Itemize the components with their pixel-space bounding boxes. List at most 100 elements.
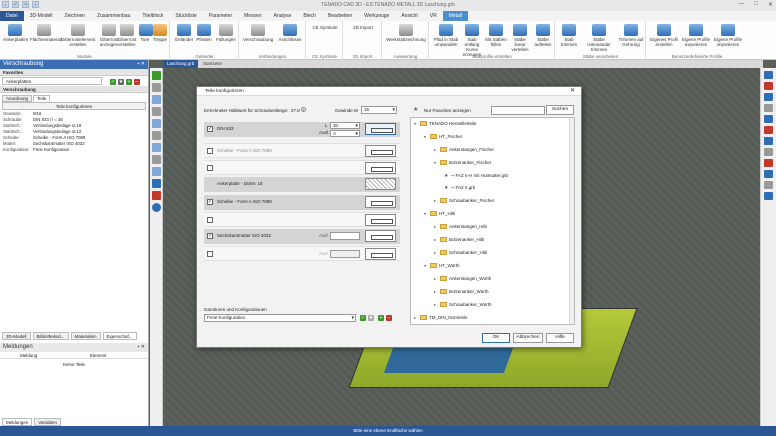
- shade-icon[interactable]: [764, 159, 773, 167]
- rotate-icon[interactable]: [151, 131, 161, 140]
- align-icon[interactable]: [151, 167, 161, 176]
- fuellungen-button[interactable]: Füllungen: [215, 24, 237, 42]
- tab-parameter[interactable]: Parameter: [203, 11, 238, 21]
- tab-bearbeiten[interactable]: Bearbeiten: [322, 11, 358, 21]
- tab-3d-modell-panel[interactable]: 3D-Modell: [2, 332, 31, 340]
- tree-item[interactable]: ▸ Schraubanker_Würth: [434, 301, 492, 308]
- maximize-button[interactable]: □: [754, 1, 758, 8]
- tree-item[interactable]: ▸ Schraubanker_Hilti: [434, 249, 487, 256]
- thread-select[interactable]: 16: [361, 106, 397, 114]
- tab-bibliotheksdaten[interactable]: Bibliotheksd...: [32, 332, 69, 340]
- eigenes-profil-erstellen-button[interactable]: Eigenes Profil erstellen: [649, 24, 679, 47]
- tab-materialien[interactable]: Materialien: [70, 332, 101, 340]
- tab-ansicht[interactable]: Ansicht: [395, 11, 423, 21]
- ce-symbole-button[interactable]: CE Symbole: [309, 25, 341, 30]
- staebe-linear-verteilen-button[interactable]: Stäbe linear verteilen: [508, 24, 532, 52]
- layers-icon[interactable]: [764, 181, 773, 189]
- gelaender-button[interactable]: Geländer: [174, 24, 194, 42]
- flaechenmaterial-button[interactable]: Flächenmaterial: [30, 24, 62, 42]
- trimmen-auf-gehrung-button[interactable]: Trimmen auf Gehrung: [618, 24, 644, 47]
- tree-item[interactable]: ▾ HT_Hilti: [424, 210, 455, 217]
- configuration-select[interactable]: Freie Konfiguration: [204, 314, 356, 322]
- move-icon[interactable]: [151, 119, 161, 128]
- length-select[interactable]: 30: [330, 122, 360, 129]
- tab-zeichnen[interactable]: Zeichnen: [58, 11, 91, 21]
- tree-item[interactable]: ▾ Bolzenanker_Fischer: [434, 159, 491, 166]
- stab-entlang-kurve-button[interactable]: Stab entlang Kurve erzeugen: [460, 24, 484, 57]
- part-row[interactable]: [204, 160, 400, 175]
- part-checkbox[interactable]: [207, 251, 213, 257]
- tab-teile[interactable]: Teile: [33, 95, 51, 102]
- part-checkbox[interactable]: ✓: [207, 233, 213, 239]
- favorites-select[interactable]: Ankerplatten: [2, 77, 102, 85]
- save-icon[interactable]: ▪: [2, 1, 9, 8]
- help-icon[interactable]: [151, 203, 161, 212]
- ok-button[interactable]: OK: [482, 333, 510, 343]
- tab-messen[interactable]: Messen: [238, 11, 268, 21]
- staebe-miteinander-trimmen-button[interactable]: Stäbe miteinander trimmen: [582, 24, 616, 52]
- tab-titelblock[interactable]: Titelblock: [136, 11, 169, 21]
- verschraubung-button[interactable]: Verschraubung: [242, 24, 274, 42]
- wireframe-icon[interactable]: [764, 170, 773, 178]
- cancel-button[interactable]: Abbrechen: [513, 333, 543, 343]
- dialog-close-icon[interactable]: ✕: [570, 87, 575, 96]
- ausf-input[interactable]: [330, 232, 360, 240]
- part-checkbox[interactable]: [207, 148, 213, 154]
- star-icon[interactable]: ★: [118, 79, 124, 85]
- tab-meldungen[interactable]: Meldungen: [2, 418, 33, 426]
- part-row[interactable]: ✓ Sechskantmutter ISO 4032 Ausf.: [204, 229, 400, 244]
- view-front-icon[interactable]: [764, 71, 773, 79]
- doc-tab-laschung[interactable]: Laschung.grb: [163, 60, 199, 68]
- config-star-icon[interactable]: ★: [368, 315, 374, 321]
- tree-item[interactable]: ▸ TM_DIN_Normteile: [414, 314, 468, 321]
- tree-item[interactable]: ▾ HT_Würth: [424, 262, 460, 269]
- pan-icon[interactable]: [764, 115, 773, 123]
- part-checkbox[interactable]: [207, 217, 213, 223]
- eigene-profile-importieren-button[interactable]: Eigene Profile importieren: [713, 24, 743, 47]
- apply-config-icon[interactable]: ✓: [360, 315, 366, 321]
- doc-tab-startseite[interactable]: Startseite: [199, 60, 226, 68]
- tab-datei[interactable]: Datei: [0, 11, 24, 21]
- favorites-only-label[interactable]: Nur Favoriten anzeigen: [424, 108, 471, 113]
- pin-icon[interactable]: ▪ ✕: [138, 60, 145, 69]
- copy-icon[interactable]: [151, 143, 161, 152]
- tab-variablen[interactable]: Variablen: [34, 418, 61, 426]
- part-row[interactable]: Scheibe - Form A ISO 7089: [204, 143, 400, 158]
- pfad-in-stab-button[interactable]: Pfad in Stab umwandeln: [432, 24, 460, 47]
- mirror-icon[interactable]: [151, 155, 161, 164]
- part-row[interactable]: ✓ DIN 933 L 30 Ausf. A: [204, 122, 400, 137]
- favorites-section[interactable]: Favoriten: [0, 69, 148, 76]
- remove-icon[interactable]: −: [134, 79, 140, 85]
- ausf-input[interactable]: [330, 250, 360, 258]
- section-icon[interactable]: [764, 148, 773, 156]
- tab-analyse[interactable]: Analyse: [268, 11, 298, 21]
- tree-item[interactable]: ▸ Ankerstangen_Würth: [434, 275, 491, 282]
- tree-item[interactable]: ▸ Bolzenanker_Hilti: [434, 236, 484, 243]
- view-side-icon[interactable]: [764, 93, 773, 101]
- tab-anordnung[interactable]: Anordnung: [2, 95, 33, 102]
- tree-item[interactable]: ▸ Ankerstangen_Fischer: [434, 146, 494, 153]
- tab-stueckliste[interactable]: Stückliste: [169, 11, 202, 21]
- help-button[interactable]: Hilfe: [546, 333, 574, 343]
- tab-eigenschaften[interactable]: Eigenschaf...: [102, 332, 137, 340]
- tree-scrollbar[interactable]: [569, 118, 574, 324]
- tab-zusammenbau[interactable]: Zusammenbau: [91, 11, 136, 21]
- tree-item[interactable]: ▾ HT_Fischer: [424, 133, 462, 140]
- part-checkbox[interactable]: ✓: [207, 199, 213, 205]
- search-button[interactable]: Suchen: [546, 105, 574, 115]
- tree-item[interactable]: ▸ Schraubanker_Fischer: [434, 197, 494, 204]
- tab-werkzeuge[interactable]: Werkzeuge: [358, 11, 395, 21]
- close-button[interactable]: ✕: [768, 1, 773, 8]
- 2d-import-button[interactable]: 2D Import: [346, 25, 380, 30]
- redo-icon[interactable]: ↷: [22, 1, 29, 8]
- tore-button[interactable]: Tore: [139, 24, 153, 42]
- part-row[interactable]: [204, 212, 400, 227]
- anschluesse-button[interactable]: Anschlüsse: [276, 24, 304, 42]
- new-icon[interactable]: +: [32, 1, 39, 8]
- tab-3d-modell[interactable]: 3D-Modell: [24, 11, 59, 21]
- gitterrostelement-button[interactable]: Gitterrostelement erstellen: [60, 24, 96, 47]
- undo-icon[interactable]: ↶: [12, 1, 19, 8]
- minimize-button[interactable]: —: [738, 1, 744, 8]
- part-row[interactable]: ✓ Scheibe - Form A ISO 7089: [204, 195, 400, 210]
- search-input[interactable]: [491, 106, 545, 115]
